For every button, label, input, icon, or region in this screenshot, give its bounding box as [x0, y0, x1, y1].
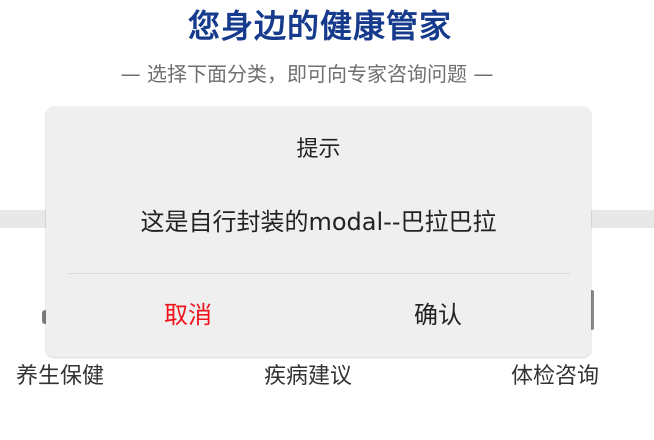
category-health-care[interactable]: 养生保健: [16, 362, 104, 392]
modal-actions: 取消 确认: [46, 295, 591, 335]
page-subtitle: — 选择下面分类，即可向专家咨询问题 —: [120, 62, 494, 86]
category-checkup-consult[interactable]: 体检咨询: [511, 362, 599, 392]
modal-title: 提示: [296, 137, 341, 162]
modal-message: 这是自行封装的modal--巴拉巴拉: [140, 208, 497, 236]
cancel-button[interactable]: 取消: [164, 295, 212, 335]
category-disease-advice[interactable]: 疾病建议: [264, 362, 352, 392]
alert-modal: 提示 这是自行封装的modal--巴拉巴拉 取消 确认: [46, 107, 591, 357]
modal-divider: [68, 273, 570, 274]
page-title: 您身边的健康管家: [187, 7, 452, 45]
confirm-button[interactable]: 确认: [414, 295, 462, 335]
